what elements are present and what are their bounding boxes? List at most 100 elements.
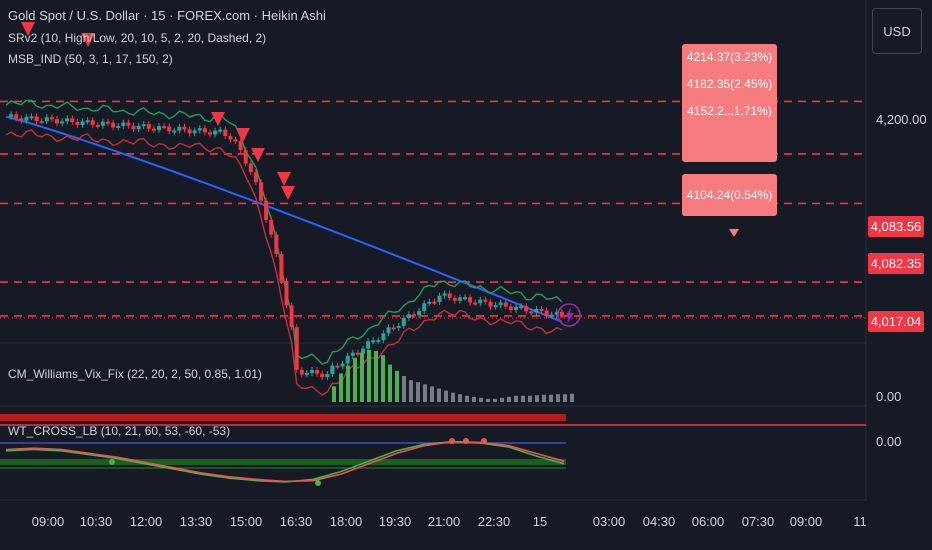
vix-bar [374,351,378,402]
candle-body [468,297,473,303]
candle-body [100,121,105,126]
candle-body [406,314,411,319]
candle-body [284,280,289,306]
time-axis-label: 09:00 [789,514,823,529]
vix-bar [535,395,539,402]
candle-body [437,295,442,303]
wt-cross-dot [109,459,115,465]
price-tag-low: 4,017.04 [868,311,924,332]
time-axis-label: 15:00 [229,514,263,529]
candle-body [289,305,294,328]
candle-body [350,352,355,356]
candle-body [376,340,381,343]
candle-body [70,118,75,123]
time-axis-label: 22:30 [477,514,511,529]
candle-body [228,136,233,140]
candle-body [325,373,330,378]
vix-axis-label: 0.00 [876,389,902,404]
candle-body [534,309,539,313]
candle-body [253,172,258,183]
target-label: 4214.37(3.23%) [686,50,773,64]
vix-bar [430,386,434,402]
sell-signal-marker [236,128,250,142]
vix-bar [514,395,518,402]
candle-body [310,370,314,374]
time-axis-label: 09:00 [31,514,65,529]
vix-bar [437,388,441,402]
candle-body [412,314,416,317]
time-axis-label: 16:30 [279,514,313,529]
vix-bar [542,394,546,402]
candle-body [60,121,65,124]
lower-band-line [5,128,563,396]
candle-body [44,117,49,122]
vix-bar [402,376,406,402]
candle-body [427,301,432,304]
candle-body [55,119,59,124]
time-axis-label: 13:30 [179,514,213,529]
chart-canvas[interactable] [0,0,932,550]
candle-body [519,306,524,309]
vix-bar [563,394,567,402]
target-callout-group: 4214.37(3.23%) 4182.35(2.45%) 4152.2...1… [682,44,777,162]
sell-signal-marker [277,172,291,186]
candle-body [279,254,284,281]
vix-bar [332,386,336,402]
price-tag-level: 4,083.56 [868,216,924,237]
candle-body [299,369,304,375]
time-axis-label: 11 [853,514,867,529]
candle-body [401,318,406,326]
candle-body [391,327,396,330]
candle-body [320,373,325,378]
sell-signal-marker [251,148,265,162]
vix-bar [451,392,455,402]
candle-body [432,301,437,304]
vix-bar [409,380,413,402]
wt-oversold-band [0,459,566,465]
vix-bar [416,382,420,402]
candle-body [172,130,177,133]
candle-body [177,126,182,131]
time-axis-label: 18:00 [329,514,363,529]
vix-bar [444,390,448,402]
candle-body [29,116,34,119]
lightning-icon [565,307,574,324]
vix-bar [353,357,357,402]
time-axis-label: 06:00 [691,514,725,529]
vix-bar [486,398,490,402]
vix-bar [465,395,469,402]
candle-body [386,327,391,334]
candle-body [202,128,207,133]
candle-body [330,365,335,374]
vix-bar [507,396,511,402]
candle-body [111,122,116,128]
time-axis-label: 21:00 [427,514,461,529]
candle-body [146,124,151,129]
candle-body [345,355,350,364]
wt-overbought-band [0,414,566,421]
vix-bar [458,394,462,402]
candle-body [208,132,212,135]
candle-body [422,303,427,311]
vix-bar [367,350,371,402]
wt-cross-dot [449,438,455,444]
candle-body [549,314,554,317]
currency-button[interactable]: USD [872,8,922,54]
time-axis-label: 10:30 [79,514,113,529]
upper-band-line [5,99,563,365]
candle-body [264,200,269,220]
candle-body [473,302,478,305]
vix-bar [500,397,504,402]
candle-body [151,128,156,131]
candle-body [304,373,309,376]
vix-bar [479,397,483,402]
vix-bar [556,394,560,402]
candle-body [335,365,340,368]
price-axis-tick: 4,200.00 [876,112,927,127]
vix-bar [346,365,350,402]
candle-body [14,114,19,119]
time-axis-label: 15 [532,514,548,529]
candle-body [238,140,243,151]
vix-bar [360,352,364,402]
candle-body [243,150,248,164]
